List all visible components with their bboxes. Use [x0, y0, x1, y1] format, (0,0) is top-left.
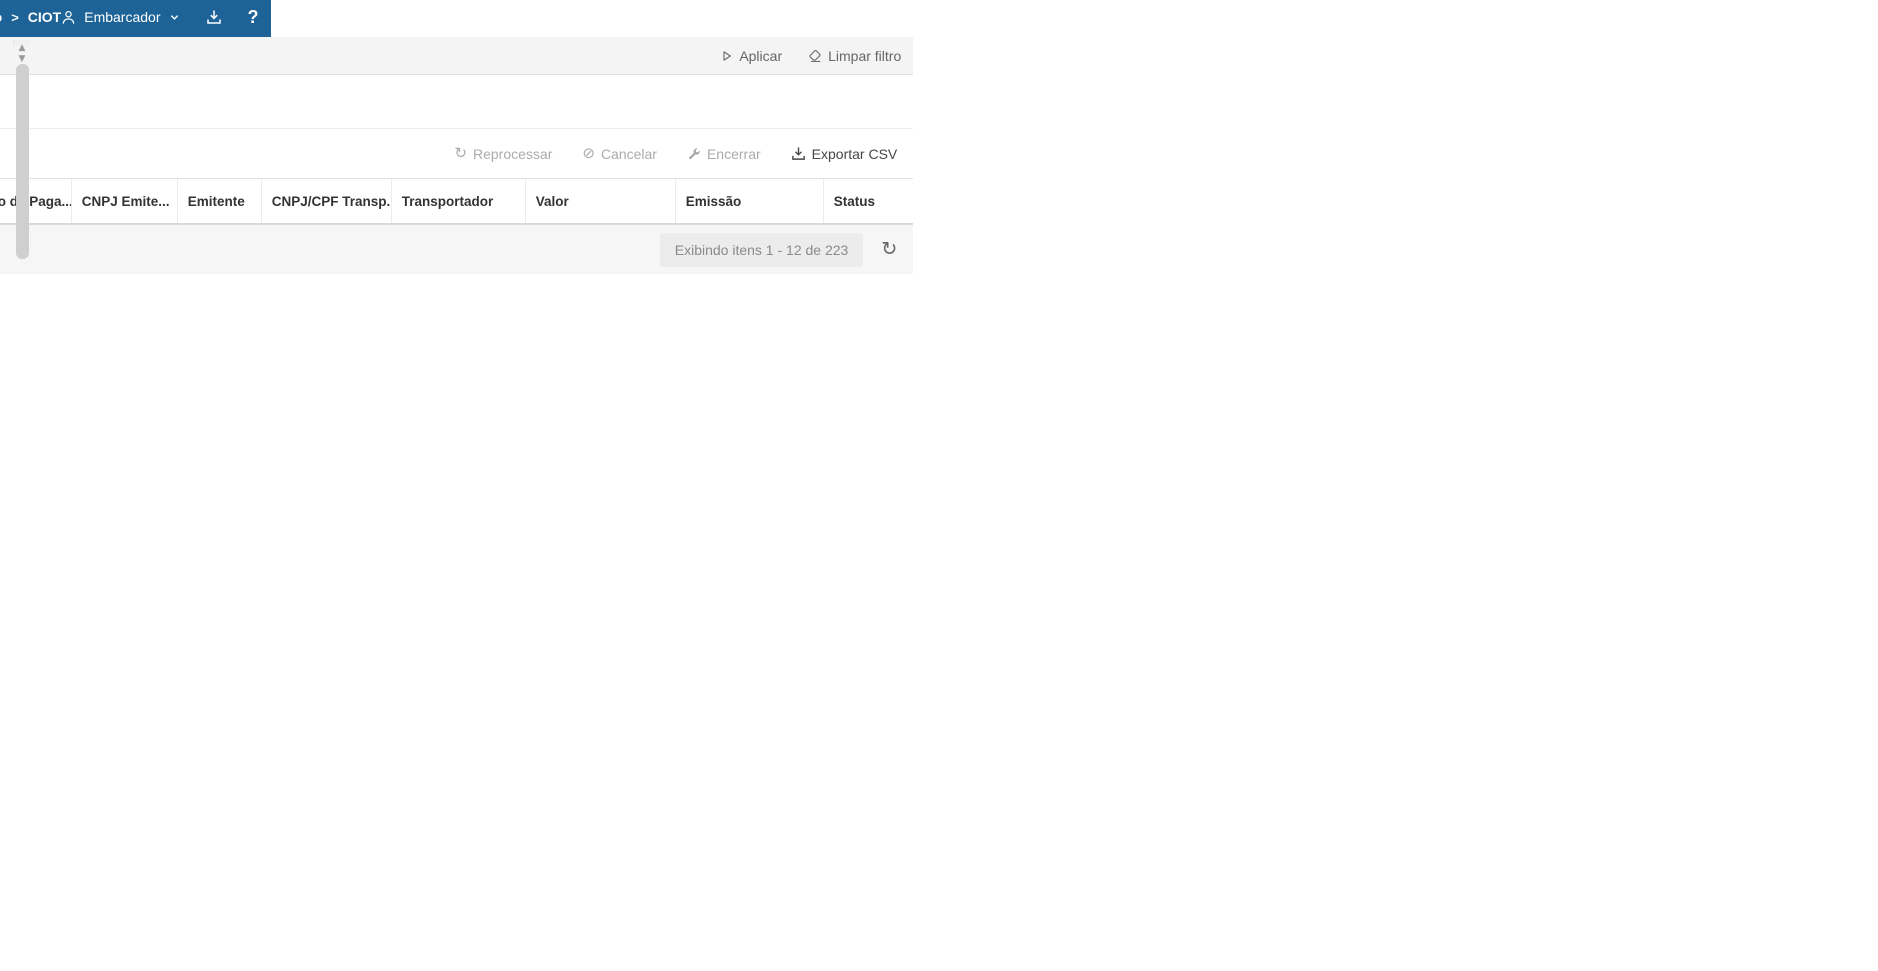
vertical-scrollbar[interactable]: ▲ ▼: [13, 40, 30, 46]
close-ciot-button[interactable]: Encerrar: [687, 146, 761, 162]
header-label: Transportador: [402, 194, 494, 209]
scrollbar-thumb[interactable]: [16, 64, 29, 259]
chevron-down-icon: [169, 12, 180, 23]
header-transportador[interactable]: Transportador: [391, 179, 525, 223]
header-cnpj-cpf-transportador[interactable]: CNPJ/CPF Transp...: [261, 179, 391, 223]
export-download-icon: [791, 146, 806, 161]
user-menu-label: Embarcador: [84, 9, 160, 25]
user-icon: [61, 10, 76, 25]
breadcrumb-separator: >: [11, 10, 19, 25]
breadcrumb-item-ciot[interactable]: CIOT: [28, 9, 61, 25]
group-bar: + Novo grupo: [0, 75, 913, 129]
download-button[interactable]: [206, 9, 222, 25]
header-label: Emitente: [188, 194, 245, 209]
breadcrumb: > Gestão de Emissão > CIOT: [0, 9, 61, 25]
table-header: Data de Envio ↓ Tipo Número Protocolo Da…: [0, 179, 913, 224]
header-label: CNPJ Emite...: [82, 194, 170, 209]
cancel-button[interactable]: ⊘ Cancelar: [582, 146, 657, 162]
header-label: Status: [834, 194, 875, 209]
reprocess-label: Reprocessar: [473, 146, 552, 162]
header-label: CNPJ/CPF Transp...: [272, 194, 391, 209]
apply-filter-label: Aplicar: [739, 48, 782, 64]
filters-bar: Filtros Aplicar Limpar filtro: [0, 37, 913, 75]
header-label: Valor: [536, 194, 569, 209]
download-icon: [206, 9, 222, 25]
cancel-slash-icon: ⊘: [582, 146, 595, 161]
help-button[interactable]: ?: [248, 8, 259, 26]
header-valor[interactable]: Valor: [525, 179, 675, 223]
header-label: Tipo de Paga...: [0, 194, 71, 209]
header-cnpj-emitente[interactable]: CNPJ Emite...: [71, 179, 177, 223]
breadcrumb-item-gestao-de-emissao[interactable]: Gestão de Emissão: [0, 9, 2, 25]
export-csv-label: Exportar CSV: [812, 146, 898, 162]
pager-info-area: Exibindo itens 1 - 12 de 223 ↻: [660, 233, 898, 267]
close-ciot-label: Encerrar: [707, 146, 761, 162]
wrench-icon: [687, 147, 701, 161]
pager-bar: 12345... 12: [0, 224, 913, 274]
grid-refresh-button[interactable]: ↻: [881, 240, 897, 259]
header-label: Emissão: [686, 194, 742, 209]
refresh-icon: ↻: [454, 146, 467, 161]
topbar-right: Embarcador ?: [61, 8, 258, 26]
header-tipo-pagamento[interactable]: Tipo de Paga...: [0, 179, 71, 223]
clear-filter-label: Limpar filtro: [828, 48, 901, 64]
pager-summary: Exibindo itens 1 - 12 de 223: [660, 233, 864, 267]
scroll-up-icon[interactable]: ▲: [19, 43, 26, 54]
app-window: ldFrete > Gestão de Emissão > CIOT Embar…: [0, 0, 30, 34]
apply-play-icon: [721, 50, 733, 62]
clear-filter-button[interactable]: Limpar filtro: [808, 48, 901, 64]
eraser-icon: [808, 49, 822, 63]
export-csv-button[interactable]: Exportar CSV: [791, 146, 898, 162]
grid-toolbar: ↻ Reprocessar ⊘ Cancelar Encerrar Expo: [0, 129, 913, 179]
filter-actions: Aplicar Limpar filtro: [721, 48, 901, 64]
reprocess-button[interactable]: ↻ Reprocessar: [454, 146, 552, 162]
topbar: ldFrete > Gestão de Emissão > CIOT Embar…: [0, 0, 271, 37]
header-emissao[interactable]: Emissão: [675, 179, 823, 223]
apply-filter-button[interactable]: Aplicar: [721, 48, 782, 64]
header-status[interactable]: Status: [823, 179, 914, 223]
header-emitente[interactable]: Emitente: [177, 179, 261, 223]
user-menu-button[interactable]: Embarcador: [61, 9, 179, 25]
cancel-label: Cancelar: [601, 146, 657, 162]
